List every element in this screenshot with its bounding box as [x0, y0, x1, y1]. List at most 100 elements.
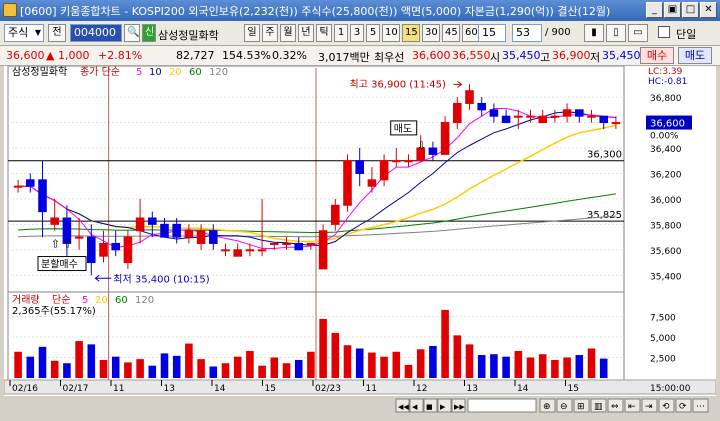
volume-bar: [124, 362, 132, 378]
level-label-35825: 35,825: [587, 210, 622, 221]
volume-legend-ma-60: 60: [115, 295, 128, 306]
open-label: 시: [490, 51, 501, 64]
volume-legend-ma: 단순: [52, 294, 70, 306]
tool-icon-1[interactable]: ▮: [584, 24, 604, 42]
volume-bar: [380, 356, 388, 378]
time-label: 15:00:00: [650, 384, 691, 394]
candle-body: [123, 236, 133, 264]
candle-body: [270, 242, 279, 245]
restore-button[interactable]: ▣: [664, 2, 681, 18]
candle-body: [379, 160, 389, 181]
count-input[interactable]: 53: [512, 24, 542, 42]
volume-bar: [319, 318, 327, 378]
candle-body: [282, 242, 291, 245]
candle-body: [367, 179, 377, 187]
low-price: 35,450: [602, 49, 641, 62]
volume-bar: [514, 350, 523, 378]
volume-bar: [38, 346, 47, 378]
period-button-45[interactable]: 45: [442, 24, 460, 42]
favorite-icon[interactable]: 신: [142, 24, 156, 42]
volume-bar: [197, 359, 205, 378]
candle-body: [257, 249, 267, 252]
market-type-value: 주식: [8, 26, 29, 39]
prev-button[interactable]: 전: [48, 24, 66, 42]
volume-bar: [50, 360, 59, 378]
minimize-button[interactable]: _: [646, 2, 663, 18]
period-button-30[interactable]: 30: [422, 24, 440, 42]
high-label: 고: [540, 51, 551, 64]
volume-bar: [148, 365, 157, 378]
volume-rate: 154.53%: [222, 49, 271, 62]
close-button[interactable]: ✕: [700, 2, 717, 18]
single-checkbox[interactable]: [658, 26, 670, 38]
price-tick-label: 35,400: [650, 272, 682, 282]
volume-bar: [75, 341, 83, 378]
volume-current: 2,365주(55.17%): [12, 306, 96, 317]
volume-bar: [355, 348, 364, 378]
sell-label: 매도: [394, 123, 412, 135]
volume-bar: [26, 356, 35, 378]
app-icon: [3, 3, 17, 17]
volume-bar: [392, 351, 401, 378]
candle-body: [599, 115, 608, 124]
current-price-tag-label: 36,600: [650, 119, 685, 130]
view-tool-icon: ⇤: [628, 402, 636, 412]
stock-chart[interactable]: 35,400 35,600 35,800 36,000 36,200 36,400 36,6…: [4, 66, 716, 416]
x-axis-label: 11: [366, 384, 377, 394]
volume-tick-label: 2,500: [650, 355, 676, 365]
period-button-월[interactable]: 월: [280, 24, 296, 42]
candle-body: [99, 242, 108, 257]
search-icon[interactable]: 🔍: [124, 24, 140, 42]
maximize-button[interactable]: □: [682, 2, 699, 18]
high-price: 36,900: [552, 49, 591, 62]
candle-body: [587, 115, 596, 118]
buy-arrow-icon: ⇧: [51, 237, 60, 250]
period-button-5[interactable]: 5: [366, 24, 380, 42]
stock-name: 삼성정밀화학: [158, 29, 219, 42]
price-legend-ma-5: 5: [136, 67, 142, 78]
candle-body: [538, 115, 547, 124]
period-button-년[interactable]: 년: [298, 24, 314, 42]
period-button-15[interactable]: 15: [402, 24, 420, 42]
volume-bar: [209, 366, 218, 378]
sell-arrow-icon: ⇩: [417, 139, 426, 152]
period-button-3[interactable]: 3: [350, 24, 364, 42]
view-tool-icon: ⋯: [696, 402, 705, 412]
candle-body: [465, 90, 474, 104]
volume-value: 82,727: [176, 49, 215, 62]
candle-body: [196, 230, 206, 244]
volume-bar: [99, 359, 108, 378]
candle-body: [184, 230, 194, 238]
price-tick-label: 36,200: [650, 170, 682, 180]
candle-body: [392, 160, 401, 163]
period-button-일[interactable]: 일: [244, 24, 260, 42]
sell-button[interactable]: 매도: [678, 47, 712, 64]
buy-arrow-icon: ⇧: [63, 237, 72, 250]
interval-select[interactable]: 15: [478, 24, 506, 42]
period-button-10[interactable]: 10: [382, 24, 400, 42]
volume-bar: [490, 354, 498, 378]
candle-body: [428, 147, 438, 155]
stock-code-input[interactable]: 004000: [70, 24, 122, 42]
x-axis-label: 02/17: [63, 384, 89, 394]
view-tool-icon: ⊖: [560, 402, 568, 412]
pct-label: 0.00%: [650, 132, 679, 142]
period-button-1[interactable]: 1: [334, 24, 348, 42]
volume-bar: [294, 359, 303, 378]
tool-icon-2[interactable]: ▯: [606, 24, 626, 42]
scroll-control-icon: ▶▶: [454, 403, 465, 411]
candle-body: [26, 179, 35, 187]
buy-button[interactable]: 매수: [640, 47, 674, 64]
candle-body: [355, 160, 364, 174]
tool-icon-3[interactable]: ▭: [628, 24, 648, 42]
view-tool-icon: ⇔: [611, 402, 619, 412]
market-type-select[interactable]: 주식 ▼: [4, 24, 44, 42]
period-button-주[interactable]: 주: [262, 24, 278, 42]
x-axis-label: 15: [568, 384, 579, 394]
candle-body: [550, 115, 560, 118]
candle-body: [172, 223, 181, 238]
price-legend-name: 삼성정밀화학: [12, 66, 67, 78]
period-button-틱[interactable]: 틱: [316, 24, 332, 42]
volume-bar: [111, 356, 120, 378]
candle-body: [111, 242, 120, 251]
